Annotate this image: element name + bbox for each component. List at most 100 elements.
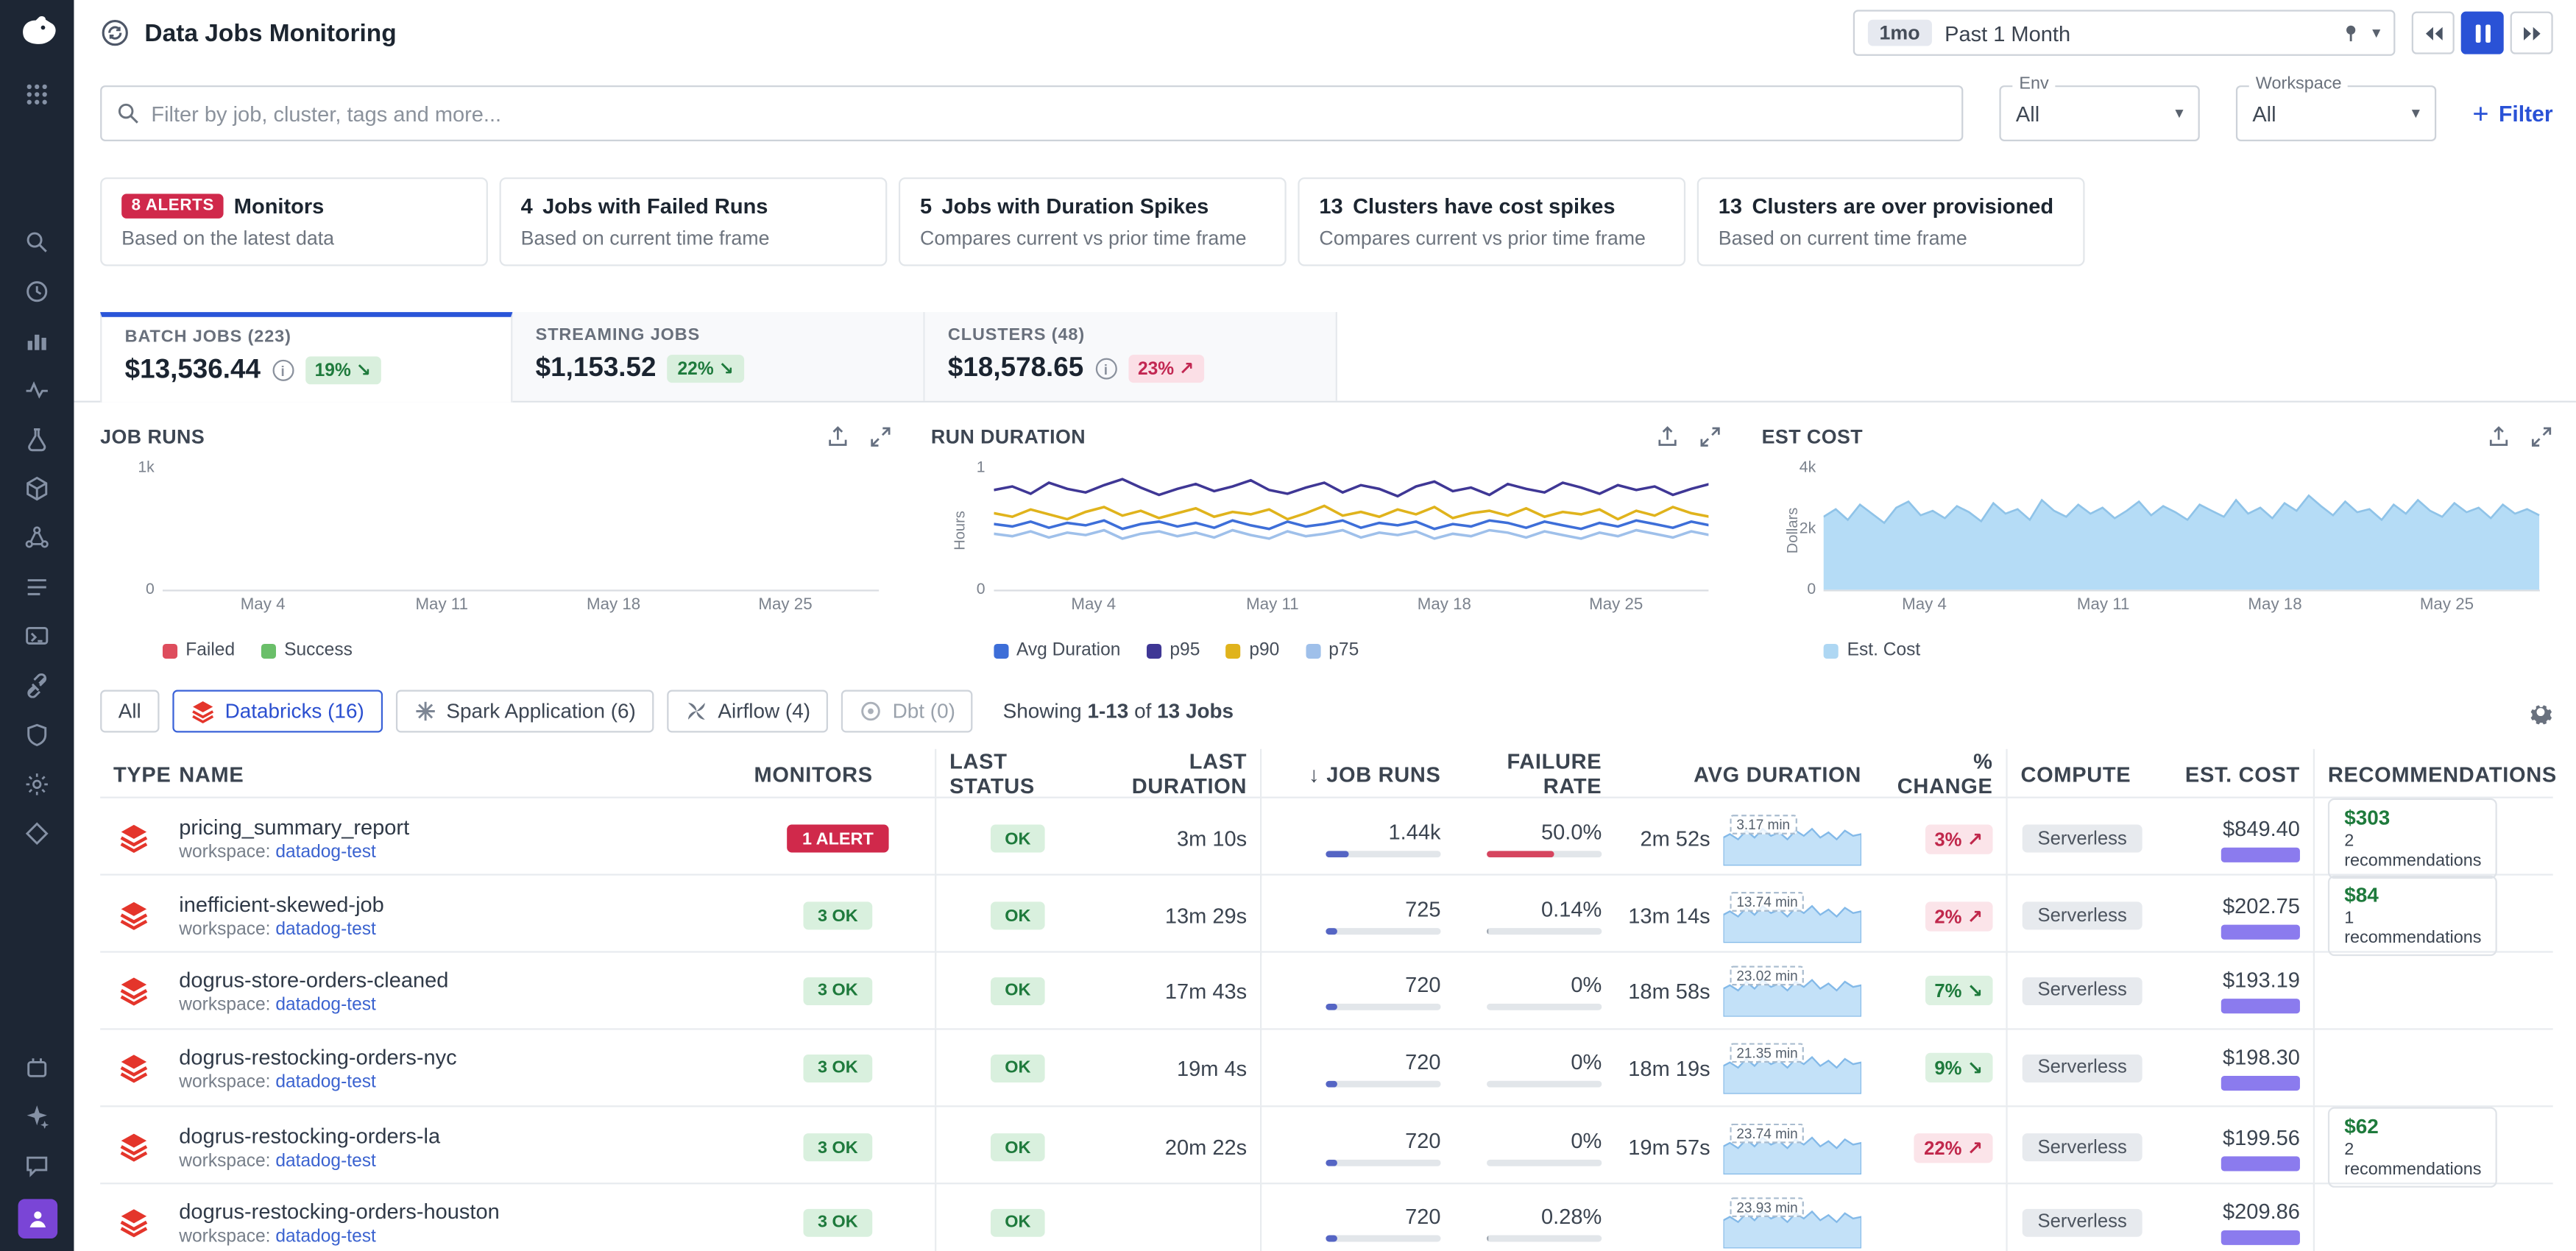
- summary-card[interactable]: 13Clusters have cost spikesCompares curr…: [1298, 177, 1685, 266]
- sidebar-item-plugin[interactable]: [0, 1041, 74, 1091]
- job-name-link[interactable]: dogrus-restocking-orders-houston: [179, 1198, 500, 1222]
- compute-tag[interactable]: Serverless: [2023, 1208, 2141, 1236]
- legend-item[interactable]: Avg Duration: [994, 641, 1121, 661]
- legend-item[interactable]: Success: [261, 641, 353, 661]
- sidebar-item-apm[interactable]: [0, 611, 74, 660]
- workspace-tag[interactable]: datadog-test: [275, 1226, 376, 1246]
- workspace-select[interactable]: Workspace All ▾: [2236, 85, 2436, 141]
- table-row[interactable]: dogrus-store-orders-cleanedworkspace: da…: [100, 953, 2553, 1030]
- expand-icon[interactable]: [1699, 425, 1722, 448]
- est-cost-plot[interactable]: 4k2k0: [1824, 468, 2539, 591]
- export-icon[interactable]: [1657, 425, 1680, 448]
- pause-button[interactable]: [2461, 12, 2504, 54]
- monitor-status-badge[interactable]: 3 OK: [803, 1054, 873, 1082]
- summary-card[interactable]: 4Jobs with Failed RunsBased on current t…: [500, 177, 888, 266]
- compute-tag[interactable]: Serverless: [2023, 977, 2141, 1004]
- sidebar-item-monitors[interactable]: [0, 365, 74, 414]
- apps-grid-icon[interactable]: [0, 69, 74, 118]
- monitor-status-badge[interactable]: 3 OK: [803, 901, 873, 929]
- monitor-status-badge[interactable]: 3 OK: [803, 1208, 873, 1236]
- compute-tag[interactable]: Serverless: [2023, 901, 2141, 929]
- tab-streaming-jobs[interactable]: STREAMING JOBS$1,153.5222% ↘: [512, 312, 924, 401]
- column-header-type[interactable]: TYPE: [100, 749, 166, 798]
- column-header-job-runs[interactable]: ↓JOB RUNS: [1260, 749, 1454, 798]
- legend-item[interactable]: p95: [1147, 641, 1200, 661]
- table-settings-icon[interactable]: [2528, 699, 2552, 723]
- summary-card[interactable]: 13Clusters are over provisionedBased on …: [1697, 177, 2085, 266]
- monitor-status-badge[interactable]: 1 ALERT: [788, 825, 888, 853]
- filter-chip-databricks-16-[interactable]: Databricks (16): [172, 690, 382, 732]
- workspace-tag[interactable]: datadog-test: [275, 1152, 376, 1172]
- add-filter-button[interactable]: + Filter: [2472, 99, 2552, 127]
- sidebar-item-settings[interactable]: [0, 759, 74, 808]
- search-input[interactable]: [151, 101, 1961, 125]
- summary-card[interactable]: 8 ALERTSMonitorsBased on the latest data: [100, 177, 488, 266]
- sidebar-item-infrastructure[interactable]: [0, 463, 74, 512]
- column-header-failure-rate[interactable]: FAILURE RATE: [1454, 749, 1615, 798]
- sidebar-item-network[interactable]: [0, 512, 74, 561]
- column-header-compute[interactable]: COMPUTE: [2006, 749, 2156, 798]
- workspace-tag[interactable]: datadog-test: [275, 920, 376, 940]
- expand-icon[interactable]: [2530, 425, 2552, 448]
- user-avatar[interactable]: [17, 1199, 57, 1238]
- expand-icon[interactable]: [868, 425, 891, 448]
- filter-chip-spark-application-6-[interactable]: Spark Application (6): [395, 690, 654, 732]
- info-icon[interactable]: i: [272, 360, 294, 381]
- pin-icon[interactable]: [2341, 23, 2361, 43]
- sidebar-item-history[interactable]: [0, 266, 74, 316]
- monitor-status-badge[interactable]: 3 OK: [803, 1133, 873, 1161]
- sidebar-item-dashboards[interactable]: [0, 316, 74, 365]
- table-row[interactable]: dogrus-restocking-orders-houstonworkspac…: [100, 1184, 2553, 1251]
- sidebar-item-labs[interactable]: [0, 414, 74, 463]
- column-header-last-status[interactable]: LAST STATUS: [935, 749, 1099, 798]
- recommendation-box[interactable]: $841 recommendations: [2328, 876, 2498, 956]
- column-header-last-duration[interactable]: LAST DURATION: [1099, 749, 1260, 798]
- search-box[interactable]: [100, 85, 1963, 141]
- job-name-link[interactable]: pricing_summary_report: [179, 815, 409, 839]
- recommendation-box[interactable]: $622 recommendations: [2328, 1107, 2498, 1187]
- caret-down-icon[interactable]: ▾: [2372, 24, 2380, 42]
- table-row[interactable]: inefficient-skewed-jobworkspace: datadog…: [100, 876, 2553, 953]
- sidebar-item-cicd[interactable]: [0, 808, 74, 857]
- workspace-tag[interactable]: datadog-test: [275, 1071, 376, 1091]
- run-duration-plot[interactable]: 10: [994, 468, 1709, 591]
- job-name-link[interactable]: inefficient-skewed-job: [179, 892, 384, 916]
- summary-card[interactable]: 5Jobs with Duration SpikesCompares curre…: [899, 177, 1287, 266]
- time-range-picker[interactable]: 1mo Past 1 Month ▾: [1853, 10, 2396, 55]
- legend-item[interactable]: Failed: [163, 641, 235, 661]
- compute-tag[interactable]: Serverless: [2023, 1133, 2141, 1161]
- workspace-tag[interactable]: datadog-test: [275, 843, 376, 862]
- sidebar-item-logs[interactable]: [0, 561, 74, 611]
- job-name-link[interactable]: dogrus-restocking-orders-nyc: [179, 1043, 456, 1068]
- job-name-link[interactable]: dogrus-restocking-orders-la: [179, 1124, 440, 1148]
- column-header--change[interactable]: % CHANGE: [1875, 749, 2006, 798]
- env-select[interactable]: Env All ▾: [2000, 85, 2200, 141]
- job-name-link[interactable]: dogrus-store-orders-cleaned: [179, 967, 448, 991]
- column-header-avg-duration[interactable]: AVG DURATION: [1615, 749, 1875, 798]
- legend-item[interactable]: p90: [1226, 641, 1279, 661]
- time-back-button[interactable]: [2412, 12, 2455, 54]
- job-runs-plot[interactable]: 1k0: [163, 468, 878, 591]
- table-row[interactable]: dogrus-restocking-orders-nycworkspace: d…: [100, 1030, 2553, 1108]
- legend-item[interactable]: p75: [1306, 641, 1359, 661]
- tab-clusters-48-[interactable]: CLUSTERS (48)$18,578.65i23% ↗: [925, 312, 1337, 401]
- info-icon[interactable]: i: [1095, 358, 1117, 380]
- filter-chip-all[interactable]: All: [100, 690, 159, 732]
- sidebar-item-sparkles[interactable]: [0, 1091, 74, 1140]
- legend-item[interactable]: Est. Cost: [1824, 641, 1920, 661]
- time-forward-button[interactable]: [2510, 12, 2553, 54]
- column-header-name[interactable]: NAME: [166, 749, 740, 798]
- sidebar-item-security[interactable]: [0, 709, 74, 759]
- filter-chip-dbt-0-[interactable]: Dbt (0): [841, 690, 973, 732]
- workspace-tag[interactable]: datadog-test: [275, 995, 376, 1015]
- column-header-recommendations[interactable]: RECOMMENDATIONS: [2313, 749, 2507, 798]
- filter-chip-airflow-4-[interactable]: Airflow (4): [667, 690, 828, 732]
- table-row[interactable]: dogrus-restocking-orders-laworkspace: da…: [100, 1107, 2553, 1184]
- tab-batch-jobs-223-[interactable]: BATCH JOBS (223)$13,536.44i19% ↘: [100, 312, 512, 403]
- column-header-monitors[interactable]: MONITORS: [741, 749, 935, 798]
- monitor-status-badge[interactable]: 3 OK: [803, 977, 873, 1004]
- export-icon[interactable]: [826, 425, 849, 448]
- sidebar-item-integrations[interactable]: [0, 660, 74, 709]
- compute-tag[interactable]: Serverless: [2023, 1054, 2141, 1082]
- table-row[interactable]: pricing_summary_reportworkspace: datadog…: [100, 798, 2553, 876]
